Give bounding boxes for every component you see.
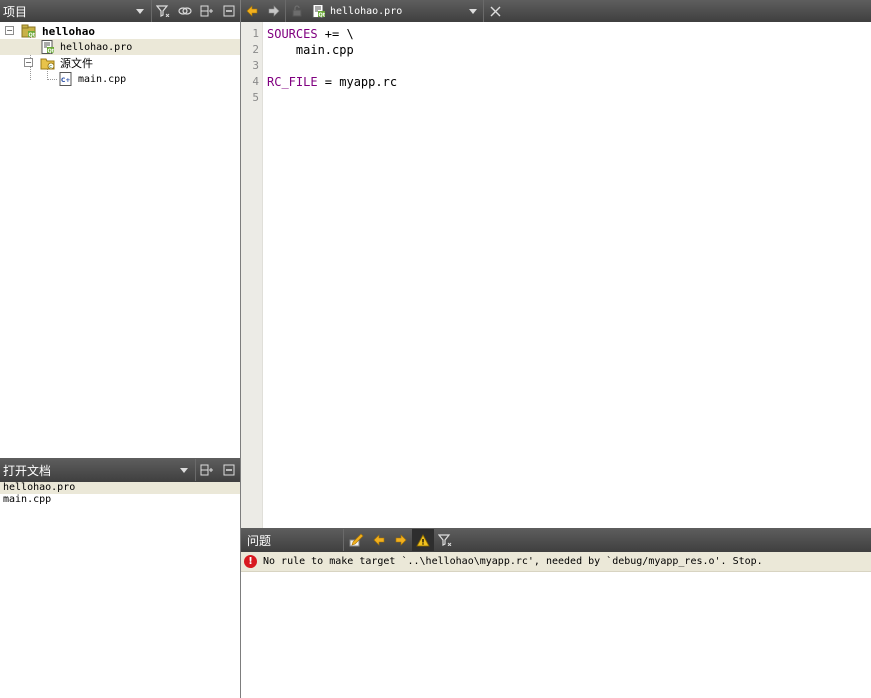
split-panel-button[interactable] bbox=[196, 459, 218, 481]
project-panel: 项目 − Qt hellohao Qt hellohao.pro − c 源文件… bbox=[0, 0, 240, 458]
svg-text:C+: C+ bbox=[61, 77, 70, 84]
svg-text:Qt: Qt bbox=[29, 33, 36, 39]
project-tree: − Qt hellohao Qt hellohao.pro − c 源文件 C+… bbox=[0, 22, 240, 458]
svg-text:c: c bbox=[49, 64, 52, 70]
chevron-down-icon bbox=[136, 8, 144, 14]
line-number: 5 bbox=[252, 91, 259, 104]
line-number: 2 bbox=[252, 43, 259, 56]
tree-item-project[interactable]: − Qt hellohao bbox=[0, 23, 240, 39]
code-text: += \ bbox=[317, 27, 354, 41]
editor-panel: Qt hellohao.pro 1 2 3 4 5 SOURCES += \ m… bbox=[241, 0, 871, 528]
line-number: 3 bbox=[252, 59, 259, 72]
minimize-icon bbox=[223, 5, 235, 17]
file-selector[interactable]: hellohao.pro bbox=[328, 0, 483, 22]
pencil-icon bbox=[349, 533, 364, 547]
pro-file-icon: Qt bbox=[312, 4, 325, 19]
show-warnings-toggle[interactable] bbox=[412, 529, 434, 551]
issues-header: 问题 bbox=[241, 528, 871, 552]
pro-file-icon: Qt bbox=[41, 40, 55, 55]
current-file-icon: Qt bbox=[308, 0, 328, 22]
close-icon bbox=[490, 6, 500, 16]
line-number-gutter: 1 2 3 4 5 bbox=[241, 22, 263, 528]
split-icon bbox=[200, 5, 213, 17]
open-documents-header: 打开文档 bbox=[0, 458, 240, 482]
jump-to-issue-button[interactable] bbox=[344, 529, 368, 551]
open-documents-list: hellohao.pro main.cpp bbox=[0, 482, 240, 698]
issue-row[interactable]: ! No rule to make target `..\hellohao\my… bbox=[241, 552, 871, 572]
current-file-name: hellohao.pro bbox=[330, 5, 403, 17]
go-forward-button[interactable] bbox=[263, 0, 285, 22]
svg-text:Qt: Qt bbox=[318, 13, 325, 19]
tree-label-main-cpp: main.cpp bbox=[78, 73, 127, 85]
list-item[interactable]: main.cpp bbox=[0, 494, 240, 506]
folder-icon: c bbox=[40, 58, 55, 70]
sync-editor-button[interactable] bbox=[174, 0, 196, 22]
list-item[interactable]: hellohao.pro bbox=[0, 482, 240, 494]
tree-label-pro-file: hellohao.pro bbox=[60, 41, 133, 53]
tree-item-main-cpp[interactable]: C+ main.cpp bbox=[0, 71, 240, 87]
filter-icon bbox=[438, 534, 452, 546]
code-keyword: RC_FILE bbox=[267, 75, 318, 89]
panel-select-dropdown[interactable] bbox=[173, 459, 195, 481]
code-text: = myapp.rc bbox=[317, 75, 398, 89]
close-panel-button[interactable] bbox=[218, 0, 240, 22]
chevron-down-icon bbox=[180, 467, 188, 473]
filter-tree-button[interactable] bbox=[152, 0, 174, 22]
qt-creator-window: 项目 − Qt hellohao Qt hellohao.pro − c 源文件… bbox=[0, 0, 871, 698]
open-documents-panel: 打开文档 hellohao.pro main.cpp bbox=[0, 458, 240, 698]
code-text-area[interactable]: SOURCES += \ main.cpp RC_FILE = myapp.rc bbox=[267, 22, 871, 528]
go-back-button[interactable] bbox=[241, 0, 263, 22]
lock-button[interactable] bbox=[286, 0, 308, 22]
issue-message: No rule to make target `..\hellohao\myap… bbox=[263, 556, 763, 567]
tree-label-project: hellohao bbox=[42, 24, 95, 38]
line-number: 4 bbox=[252, 75, 259, 88]
tree-item-pro-file[interactable]: Qt hellohao.pro bbox=[0, 39, 240, 55]
code-keyword: SOURCES bbox=[267, 27, 318, 41]
issues-panel: 问题 ! No rule to make target `..\hellohao… bbox=[241, 528, 871, 698]
filter-icon bbox=[156, 5, 170, 17]
close-document-button[interactable] bbox=[484, 0, 506, 22]
collapse-toggle[interactable]: − bbox=[24, 58, 33, 67]
tree-label-sources-folder: 源文件 bbox=[60, 57, 93, 70]
arrow-right-icon bbox=[395, 534, 407, 546]
previous-issue-button[interactable] bbox=[368, 529, 390, 551]
qt-project-icon: Qt bbox=[21, 24, 36, 38]
line-number: 1 bbox=[252, 27, 259, 40]
project-panel-header: 项目 bbox=[0, 0, 240, 22]
code-text: main.cpp bbox=[267, 43, 354, 57]
split-icon bbox=[200, 464, 213, 476]
editor-toolbar: Qt hellohao.pro bbox=[241, 0, 871, 22]
warning-icon bbox=[416, 533, 430, 546]
code-line: SOURCES += \ bbox=[267, 26, 354, 42]
next-issue-button[interactable] bbox=[390, 529, 412, 551]
link-icon bbox=[178, 7, 192, 15]
svg-text:Qt: Qt bbox=[48, 49, 55, 55]
arrow-left-icon bbox=[246, 5, 258, 17]
code-line: main.cpp bbox=[267, 42, 354, 58]
minimize-icon bbox=[223, 464, 235, 476]
error-icon: ! bbox=[244, 555, 257, 568]
tree-item-sources-folder[interactable]: − c 源文件 bbox=[0, 55, 240, 71]
open-documents-title: 打开文档 bbox=[3, 463, 52, 478]
arrow-left-icon bbox=[373, 534, 385, 546]
split-panel-button[interactable] bbox=[196, 0, 218, 22]
close-panel-button[interactable] bbox=[218, 459, 240, 481]
unlock-icon bbox=[292, 5, 302, 17]
cpp-file-icon: C+ bbox=[59, 72, 72, 86]
arrow-right-icon bbox=[268, 5, 280, 17]
panel-select-dropdown[interactable] bbox=[129, 0, 151, 22]
chevron-down-icon bbox=[469, 8, 477, 14]
filter-issues-button[interactable] bbox=[434, 529, 456, 551]
code-line: RC_FILE = myapp.rc bbox=[267, 74, 397, 90]
collapse-toggle[interactable]: − bbox=[5, 26, 14, 35]
project-panel-title: 项目 bbox=[3, 4, 28, 19]
issues-title: 问题 bbox=[247, 533, 272, 548]
